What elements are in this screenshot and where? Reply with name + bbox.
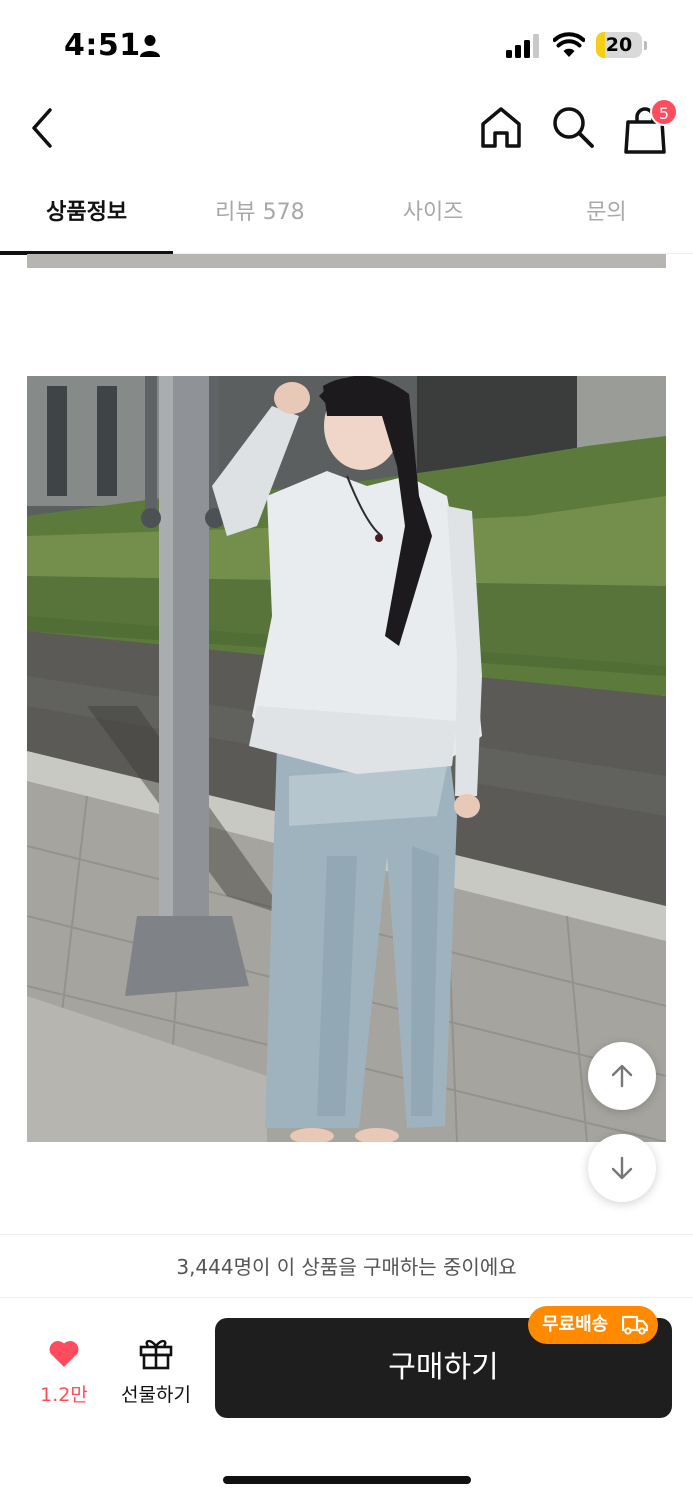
heart-icon [49,1341,79,1367]
tab-inquiry[interactable]: 문의 [520,172,693,254]
tab-reviews[interactable]: 리뷰 578 [173,172,346,254]
scroll-up-button[interactable] [588,1042,656,1110]
cart-button[interactable]: 5 [618,96,682,156]
battery-icon: 20 [596,32,648,58]
bottom-action-bar: 1.2만 선물하기 구매하기 무료배송 [0,1298,693,1500]
back-arrow-icon [32,108,52,148]
gift-label: 선물하기 [121,1384,191,1406]
signal-icon [506,34,539,58]
search-icon [553,107,594,148]
gift-icon [139,1339,173,1370]
battery-level: 20 [605,34,633,56]
truck-icon [622,1315,648,1335]
scroll-down-button[interactable] [588,1134,656,1202]
product-tabs: 상품정보 리뷰 578 사이즈 문의 [0,172,693,255]
free-shipping-label: 무료배송 [542,1314,609,1335]
product-photo [27,376,666,1142]
cart-count-badge: 5 [650,98,678,126]
tab-product-info[interactable]: 상품정보 [0,172,174,255]
back-button[interactable] [24,104,64,154]
like-button[interactable]: 1.2만 [24,1338,104,1408]
purchase-activity-notice: 3,444명이 이 상품을 구매하는 중이에요 [0,1234,693,1298]
home-indicator [223,1476,471,1484]
person-icon [140,35,160,57]
like-count: 1.2만 [40,1384,88,1406]
arrow-down-icon [611,1156,633,1180]
search-button[interactable] [548,102,598,152]
top-navigation: 5 [0,92,693,170]
arrow-up-icon [611,1064,633,1088]
wifi-icon [553,32,585,57]
status-time: 4:51 [64,28,141,63]
home-icon [481,107,521,148]
tab-size[interactable]: 사이즈 [347,172,520,254]
status-bar: 4:51 20 [0,0,693,92]
gift-button[interactable]: 선물하기 [112,1336,200,1408]
free-shipping-badge: 무료배송 [528,1306,658,1344]
product-detail-content[interactable] [0,254,693,1234]
previous-image-edge [27,254,666,268]
home-button[interactable] [476,102,526,152]
